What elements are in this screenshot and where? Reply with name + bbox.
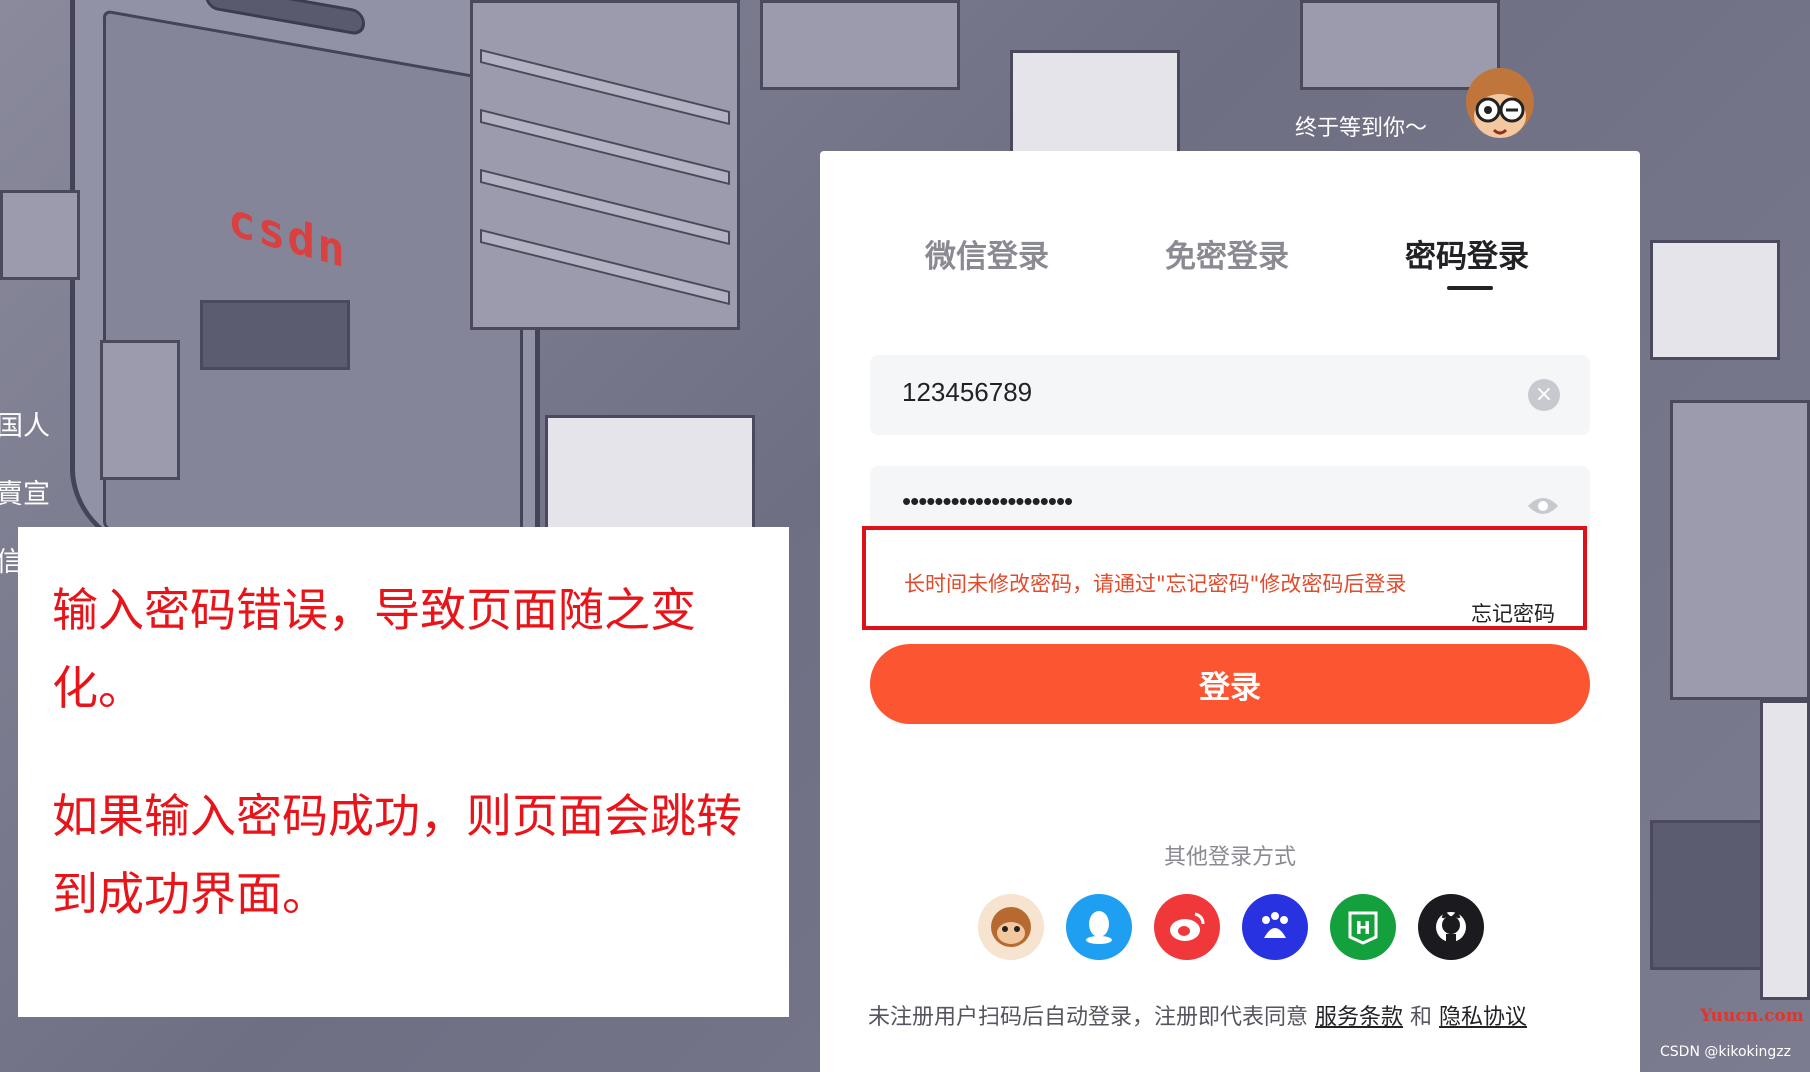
annotation-line-1: 输入密码错误，导致页面随之变化。 [52,583,696,715]
illustration-block [1650,240,1780,360]
other-login-methods-title: 其他登录方式 [1163,845,1296,870]
illustration-block [0,190,80,280]
clear-icon[interactable]: × [1528,379,1560,411]
side-text: 賣宣 [0,479,50,510]
error-highlight-box: 长时间未修改密码，请通过"忘记密码"修改密码后登录 忘记密码 [862,526,1587,630]
svg-text:H: H [1355,918,1370,939]
welcome-tagline: 终于等到你～ [1295,116,1428,141]
annotation-note: 输入密码错误，导致页面随之变化。 如果输入密码成功，则页面会跳转到成功界面。 [18,527,789,1017]
illustration-block [200,300,350,370]
terms-link[interactable]: 服务条款 [1315,1005,1403,1030]
tab-password-login[interactable]: 密码登录 [1405,231,1529,276]
tab-wechat-login[interactable]: 微信登录 [925,231,1049,276]
error-message: 长时间未修改密码，请通过"忘记密码"修改密码后登录 [904,572,1407,596]
site-watermark: Yuucn.com [1700,1006,1804,1026]
h-icon[interactable]: H [1330,894,1396,960]
annotation-line-2: 如果输入密码成功，则页面会跳转到成功界面。 [52,789,742,921]
active-tab-indicator [1447,286,1493,290]
login-tabs: 微信登录 免密登录 密码登录 [820,231,1640,291]
tab-passwordless-login[interactable]: 免密登录 [1165,231,1289,276]
forgot-password-link[interactable]: 忘记密码 [1471,598,1555,628]
privacy-link[interactable]: 隐私协议 [1439,1005,1527,1030]
side-text: 国人 [0,411,50,442]
mascot-icon [1466,68,1534,138]
account-input[interactable]: 123456789 [902,377,1032,408]
account-field[interactable]: 123456789 × [870,355,1590,435]
csdn-mascot-icon[interactable] [978,894,1044,960]
eye-icon[interactable] [1526,494,1560,518]
terms-prefix: 未注册用户扫码后自动登录，注册即代表同意 [868,1005,1309,1030]
login-button[interactable]: 登录 [870,644,1590,724]
terms-note: 未注册用户扫码后自动登录，注册即代表同意 服务条款 和 隐私协议 [868,999,1527,1031]
author-watermark: CSDN @kikokingzz [1660,1044,1791,1060]
baidu-icon[interactable] [1242,894,1308,960]
qq-icon[interactable] [1066,894,1132,960]
weibo-icon[interactable] [1154,894,1220,960]
github-icon[interactable] [1418,894,1484,960]
building-illustration [1760,700,1810,1000]
illustration-block [100,340,180,480]
illustration-block [1010,50,1180,160]
password-input[interactable]: ••••••••••••••••••••• [902,486,1073,517]
terms-and: 和 [1410,1005,1433,1030]
illustration-block [1670,400,1810,700]
illustration-block [760,0,960,90]
social-login-list: H [978,894,1488,962]
